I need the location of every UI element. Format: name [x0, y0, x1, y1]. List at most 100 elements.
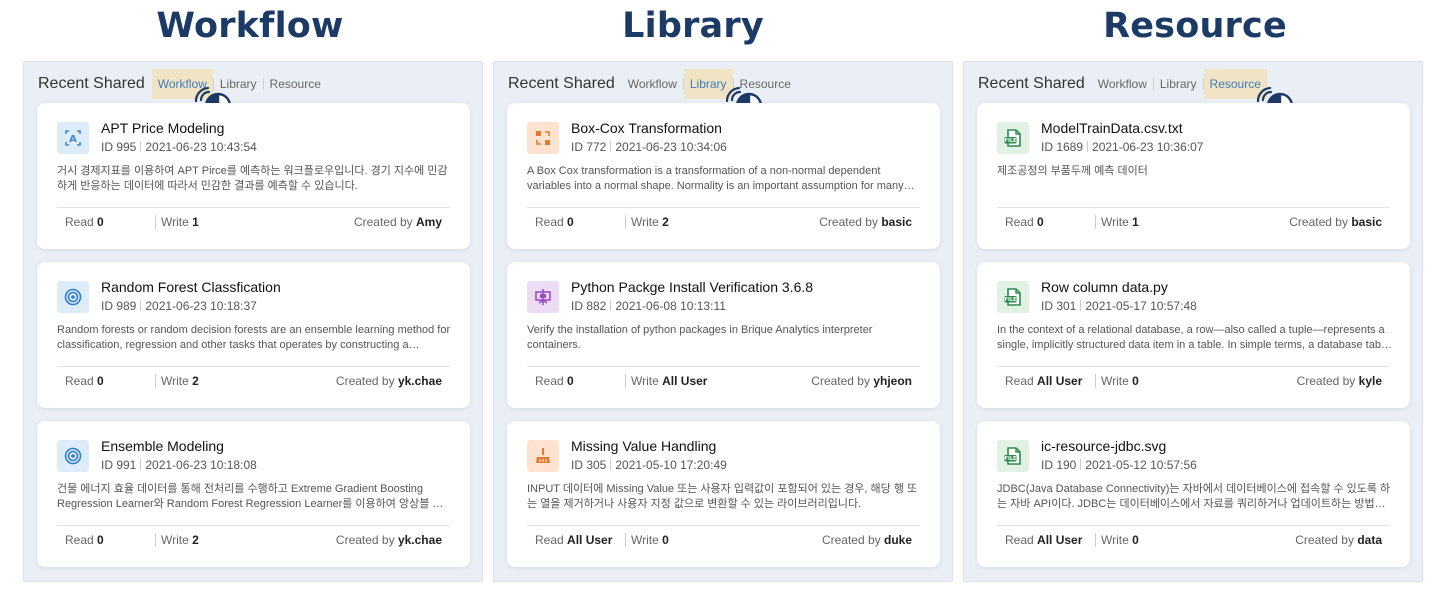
shared-card[interactable]: Box-Cox Transformation ID 772 2021-06-23 … — [507, 103, 940, 249]
card-footer: Read 0 Write 2 Created by yk.chae — [65, 533, 442, 549]
card-meta: ID 772 2021-06-23 10:34:06 — [571, 140, 727, 154]
read-permission: Read All User — [1005, 374, 1082, 388]
tab-workflow[interactable]: Workflow — [151, 69, 213, 99]
write-value: 0 — [1132, 374, 1139, 388]
meta-separator — [140, 300, 142, 311]
shared-card[interactable]: A APT Price Modeling ID 995 2021-06-23 10… — [37, 103, 470, 249]
panel-workflow: Recent Shared Workflow Library Resource A A… — [23, 61, 483, 582]
card-description: INPUT 데이터에 Missing Value 또는 사용자 입력값이 포함되… — [527, 483, 918, 510]
read-value: 0 — [567, 374, 574, 388]
card-meta: ID 991 2021-06-23 10:18:08 — [101, 458, 257, 472]
read-label: Read — [535, 533, 564, 547]
created-label: Created by — [821, 533, 881, 547]
created-by-value: kyle — [1358, 374, 1382, 388]
meta-separator — [610, 459, 612, 470]
read-label: Read — [65, 374, 94, 388]
write-label: Write — [631, 215, 659, 229]
card-divider — [527, 366, 920, 367]
created-label: Created by — [1296, 374, 1356, 388]
created-label: Created by — [335, 533, 395, 547]
read-value: 0 — [567, 215, 574, 229]
read-permission: Read 0 — [1005, 215, 1044, 229]
created-by: Created by kyle — [1297, 374, 1382, 388]
read-permission: Read 0 — [535, 215, 574, 229]
write-permission: Write 1 — [155, 215, 199, 229]
shared-card[interactable]: Ensemble Modeling ID 991 2021-06-23 10:18… — [37, 421, 470, 567]
card-title[interactable]: Box-Cox Transformation — [571, 120, 722, 136]
created-by-value: data — [1357, 533, 1382, 547]
meta-separator — [1080, 459, 1082, 470]
created-by: Created by duke — [822, 533, 912, 547]
write-label: Write — [161, 215, 189, 229]
created-by: Created by yk.chae — [336, 374, 442, 388]
shared-card[interactable]: FILE Row column data.py ID 301 2021-05-17… — [977, 262, 1410, 408]
read-permission: Read All User — [535, 533, 612, 547]
write-value: 1 — [192, 215, 199, 229]
card-title[interactable]: ModelTrainData.csv.txt — [1041, 120, 1183, 136]
card-title[interactable]: Ensemble Modeling — [101, 438, 224, 454]
card-date: 2021-06-23 10:34:06 — [615, 140, 727, 154]
write-value: 0 — [1132, 533, 1139, 547]
write-permission: Write All User — [625, 374, 707, 388]
card-title[interactable]: APT Price Modeling — [101, 120, 224, 136]
created-by-value: Amy — [415, 215, 442, 229]
tab-library[interactable]: Library — [683, 69, 733, 99]
shared-card[interactable]: Random Forest Classfication ID 989 2021-0… — [37, 262, 470, 408]
read-value: 0 — [1037, 215, 1044, 229]
card-divider — [997, 366, 1390, 367]
tab-workflow[interactable]: Workflow — [1092, 69, 1153, 99]
shared-card[interactable]: FILE ic-resource-jdbc.svg ID 190 2021-05-… — [977, 421, 1410, 567]
tab-resource[interactable]: Resource — [734, 69, 797, 99]
write-permission: Write 2 — [155, 374, 199, 388]
target-icon — [57, 440, 89, 472]
read-label: Read — [1005, 215, 1034, 229]
card-description: 제조공정의 부품두께 예측 데이터 — [997, 165, 1148, 177]
card-title[interactable]: Row column data.py — [1041, 279, 1168, 295]
card-id: ID 1689 — [1041, 140, 1084, 154]
write-permission: Write 2 — [155, 533, 199, 547]
card-title[interactable]: ic-resource-jdbc.svg — [1041, 438, 1166, 454]
read-value: All User — [1037, 533, 1083, 547]
tab-resource[interactable]: Resource — [1203, 69, 1267, 99]
write-label: Write — [1101, 374, 1129, 388]
created-by: Created by basic — [819, 215, 912, 229]
tab-workflow[interactable]: Workflow — [622, 69, 683, 99]
meta-separator — [610, 141, 612, 152]
card-id: ID 301 — [1041, 299, 1077, 313]
workflow-ai-icon: A — [57, 122, 89, 154]
card-id: ID 995 — [101, 140, 137, 154]
card-meta: ID 882 2021-06-08 10:13:11 — [571, 299, 726, 313]
tab-library[interactable]: Library — [214, 69, 263, 99]
file-icon: FILE — [997, 281, 1029, 313]
created-by: Created by Amy — [354, 215, 442, 229]
card-description: Random forests or random decision forest… — [57, 324, 451, 351]
card-description: 건물 에너지 효율 데이터를 통해 전처리를 수행하고 Extreme Grad… — [57, 483, 453, 510]
card-date: 2021-06-23 10:43:54 — [145, 140, 257, 154]
read-value: All User — [1037, 374, 1083, 388]
card-meta: ID 995 2021-06-23 10:43:54 — [101, 140, 257, 154]
card-title[interactable]: Missing Value Handling — [571, 438, 716, 454]
card-title[interactable]: Random Forest Classfication — [101, 279, 281, 295]
shared-card[interactable]: FILE ModelTrainData.csv.txt ID 1689 2021-… — [977, 103, 1410, 249]
card-divider — [57, 366, 450, 367]
write-label: Write — [161, 374, 189, 388]
card-footer: Read All User Write 0 Created by data — [1005, 533, 1382, 549]
shared-card[interactable]: Python Packge Install Verification 3.6.8… — [507, 262, 940, 408]
card-title[interactable]: Python Packge Install Verification 3.6.8 — [571, 279, 813, 295]
tab-library[interactable]: Library — [1154, 69, 1203, 99]
created-label: Created by — [353, 215, 413, 229]
write-permission: Write 2 — [625, 215, 669, 229]
card-footer: Read All User Write 0 Created by kyle — [1005, 374, 1382, 390]
panel-library: Recent Shared Workflow Library Resource Box… — [493, 61, 953, 582]
created-by: Created by data — [1295, 533, 1382, 547]
created-label: Created by — [1295, 533, 1354, 547]
card-meta: ID 301 2021-05-17 10:57:48 — [1041, 299, 1197, 313]
card-meta: ID 190 2021-05-12 10:57:56 — [1041, 458, 1197, 472]
meta-separator — [140, 141, 142, 152]
panel-resource: Recent Shared Workflow Library Resource FIL… — [963, 61, 1423, 582]
tab-resource[interactable]: Resource — [264, 69, 327, 99]
shared-card[interactable]: Missing Value Handling ID 305 2021-05-10 … — [507, 421, 940, 567]
created-label: Created by — [819, 215, 878, 229]
svg-text:FILE: FILE — [1005, 138, 1017, 144]
card-divider — [527, 207, 920, 208]
